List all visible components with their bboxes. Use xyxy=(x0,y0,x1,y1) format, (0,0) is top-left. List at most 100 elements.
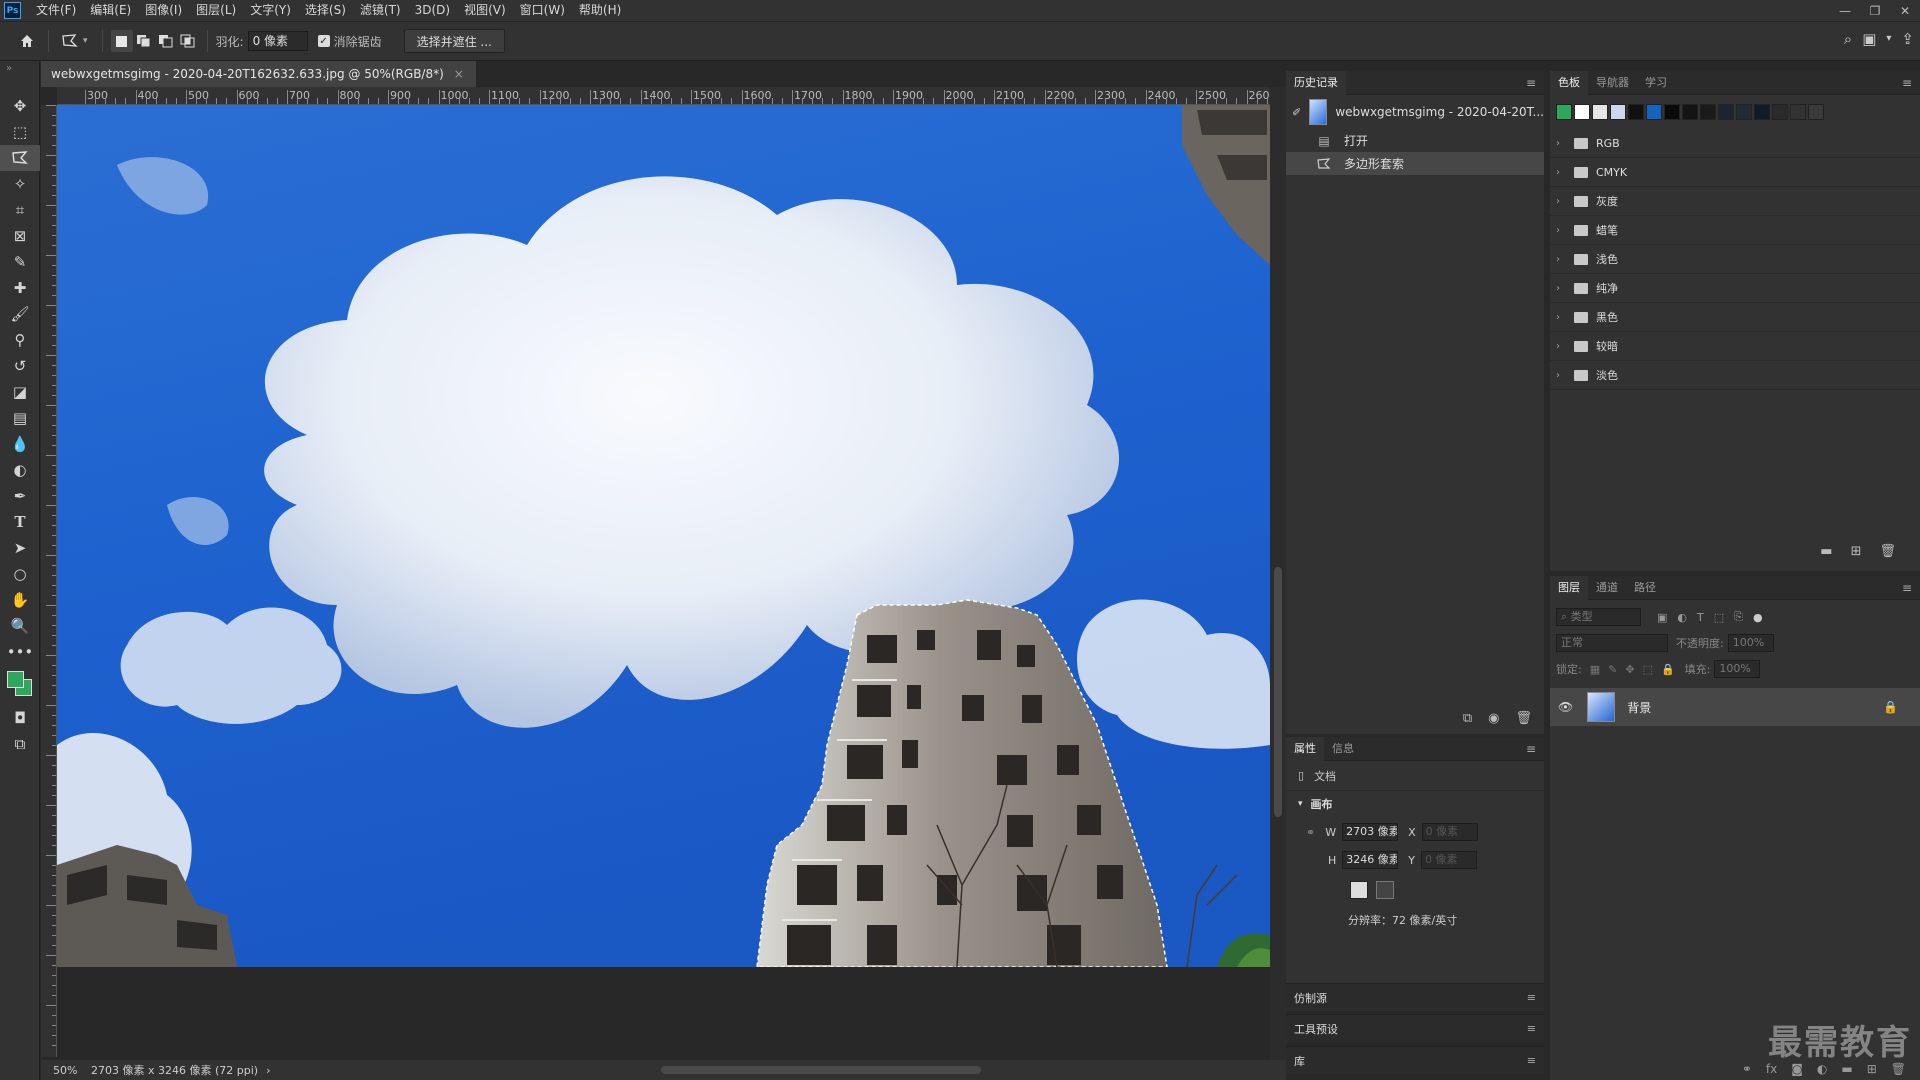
adjustment-layer-filter-icon[interactable]: ◐ xyxy=(1677,611,1687,624)
lock-position-icon[interactable]: ✥ xyxy=(1625,663,1634,676)
menu-type[interactable]: 文字(Y) xyxy=(243,0,298,21)
landscape-orientation-icon[interactable] xyxy=(1376,881,1394,899)
swatch-chip[interactable] xyxy=(1772,104,1788,120)
menu-filter[interactable]: 滤镜(T) xyxy=(353,0,408,21)
restore-button[interactable]: ❐ xyxy=(1860,0,1890,21)
dodge-tool-icon[interactable]: ◐ xyxy=(0,457,40,483)
swatch-group-pure[interactable]: › 纯净 xyxy=(1550,274,1920,303)
type-tool-icon[interactable]: T xyxy=(0,509,40,535)
swatch-chip[interactable] xyxy=(1700,104,1716,120)
swatch-chip[interactable] xyxy=(1628,104,1644,120)
panel-menu-icon[interactable]: ≡ xyxy=(1527,1022,1536,1035)
history-brush-source-icon[interactable]: ✐ xyxy=(1292,106,1301,119)
clone-stamp-tool-icon[interactable]: ⚲ xyxy=(0,327,40,353)
select-and-mask-button[interactable]: 选择并遮住 ... xyxy=(403,29,505,53)
menu-3d[interactable]: 3D(D) xyxy=(408,0,457,21)
screen-mode-icon[interactable]: ⧉ xyxy=(0,731,40,757)
vertical-scrollbar[interactable] xyxy=(1270,87,1286,1060)
polygon-lasso-preset-icon[interactable] xyxy=(59,30,81,52)
panel-menu-icon[interactable]: ≡ xyxy=(1526,742,1536,756)
panel-menu-icon[interactable]: ≡ xyxy=(1902,76,1912,90)
lock-artboard-icon[interactable]: ⬚ xyxy=(1643,663,1653,676)
subtract-selection-button[interactable] xyxy=(155,30,177,52)
polygon-lasso-tool-icon[interactable] xyxy=(0,145,40,171)
swatch-chip[interactable] xyxy=(1808,104,1824,120)
panel-menu-icon[interactable]: ≡ xyxy=(1527,1054,1536,1067)
lock-all-icon[interactable]: 🔒 xyxy=(1661,663,1675,676)
lock-pixels-icon[interactable]: ✎ xyxy=(1608,663,1617,676)
share-icon[interactable]: ⇪ xyxy=(1901,30,1914,48)
swatch-chip[interactable] xyxy=(1790,104,1806,120)
x-field[interactable]: 0 像素 xyxy=(1421,823,1478,841)
zoom-tool-icon[interactable]: 🔍 xyxy=(0,613,40,639)
swatch-chip[interactable] xyxy=(1592,104,1608,120)
menu-help[interactable]: 帮助(H) xyxy=(572,0,628,21)
tab-navigator[interactable]: 导航器 xyxy=(1588,71,1637,95)
canvas-area[interactable] xyxy=(57,105,1270,1060)
layer-filter-select[interactable]: ⌕ 类型 xyxy=(1556,608,1641,626)
portrait-orientation-icon[interactable] xyxy=(1350,881,1368,899)
menu-image[interactable]: 图像(I) xyxy=(138,0,189,21)
marquee-tool-icon[interactable]: ⬚ xyxy=(0,119,40,145)
canvas-section-header[interactable]: ▾ 画布 xyxy=(1286,791,1544,817)
new-group-folder-icon[interactable]: ▬ xyxy=(1820,544,1832,559)
menu-layer[interactable]: 图层(L) xyxy=(189,0,243,21)
panel-menu-icon[interactable]: ≡ xyxy=(1902,581,1912,595)
smart-object-filter-icon[interactable]: ⎘ xyxy=(1734,610,1743,624)
pen-tool-icon[interactable]: ✒ xyxy=(0,483,40,509)
new-layer-icon[interactable]: ⊞ xyxy=(1867,1062,1877,1076)
document-image[interactable] xyxy=(57,105,1270,967)
camera-icon[interactable]: ◉ xyxy=(1488,711,1499,726)
trash-icon[interactable]: 🗑 xyxy=(1879,544,1896,559)
document-tab[interactable]: webwxgetmsgimg - 2020-04-20T162632.633.j… xyxy=(41,61,476,87)
swatch-group-darker[interactable]: › 较暗 xyxy=(1550,332,1920,361)
foreground-color-swatch[interactable] xyxy=(7,671,24,688)
menu-window[interactable]: 窗口(W) xyxy=(513,0,572,21)
close-window-button[interactable]: ✕ xyxy=(1890,0,1920,21)
brush-tool-icon[interactable]: 🖌 xyxy=(0,301,40,327)
panel-menu-icon[interactable]: ≡ xyxy=(1527,991,1536,1004)
tab-info[interactable]: 信息 xyxy=(1324,737,1362,761)
menu-file[interactable]: 文件(F) xyxy=(29,0,83,21)
new-document-from-state-icon[interactable]: ⧉ xyxy=(1463,711,1472,726)
move-tool-icon[interactable]: ✥ xyxy=(0,93,40,119)
quick-mask-icon[interactable]: ◘ xyxy=(0,705,40,731)
height-field[interactable]: 3246 像素 xyxy=(1342,851,1399,869)
more-tools-icon[interactable]: ••• xyxy=(0,639,40,665)
tab-layers[interactable]: 图层 xyxy=(1550,575,1588,600)
crop-tool-icon[interactable]: ⌗ xyxy=(0,197,40,223)
horizontal-scrollbar[interactable] xyxy=(281,1066,1281,1074)
fx-icon[interactable]: fx xyxy=(1766,1062,1777,1076)
scroll-thumb[interactable] xyxy=(1274,567,1282,817)
shape-layer-filter-icon[interactable]: ⬚ xyxy=(1714,611,1724,624)
search-icon[interactable]: ⌕ xyxy=(1844,30,1852,48)
tab-paths[interactable]: 路径 xyxy=(1626,576,1664,600)
swatch-group-cmyk[interactable]: › CMYK xyxy=(1550,158,1920,187)
swatch-chip[interactable] xyxy=(1556,104,1572,120)
swatch-chip[interactable] xyxy=(1718,104,1734,120)
add-selection-button[interactable] xyxy=(133,30,155,52)
gradient-tool-icon[interactable]: ▤ xyxy=(0,405,40,431)
swatch-chip[interactable] xyxy=(1682,104,1698,120)
pixel-layer-filter-icon[interactable]: ▣ xyxy=(1657,611,1667,624)
filter-toggle-icon[interactable]: ● xyxy=(1753,611,1763,624)
width-field[interactable]: 2703 像素 xyxy=(1342,823,1399,841)
swatch-chip[interactable] xyxy=(1646,104,1662,120)
path-selection-tool-icon[interactable]: ➤ xyxy=(0,535,40,561)
swatch-group-black[interactable]: › 黑色 xyxy=(1550,303,1920,332)
blend-mode-select[interactable]: 正常 xyxy=(1556,634,1668,652)
eye-icon[interactable]: 👁 xyxy=(1558,700,1573,714)
menu-select[interactable]: 选择(S) xyxy=(298,0,353,21)
ellipse-tool-icon[interactable]: ○ xyxy=(0,561,40,587)
history-brush-tool-icon[interactable]: ↺ xyxy=(0,353,40,379)
tool-presets-panel[interactable]: 工具预设 ≡ xyxy=(1286,1014,1544,1042)
tab-channels[interactable]: 通道 xyxy=(1588,576,1626,600)
frame-tool-icon[interactable]: ⊠ xyxy=(0,223,40,249)
swatch-chip[interactable] xyxy=(1754,104,1770,120)
home-icon[interactable] xyxy=(16,30,38,52)
close-tab-icon[interactable]: × xyxy=(454,67,464,81)
lock-transparent-icon[interactable]: ▦ xyxy=(1590,663,1600,676)
swatch-chip[interactable] xyxy=(1664,104,1680,120)
clone-source-panel[interactable]: 仿制源 ≡ xyxy=(1286,983,1544,1011)
intersect-selection-button[interactable] xyxy=(177,30,199,52)
